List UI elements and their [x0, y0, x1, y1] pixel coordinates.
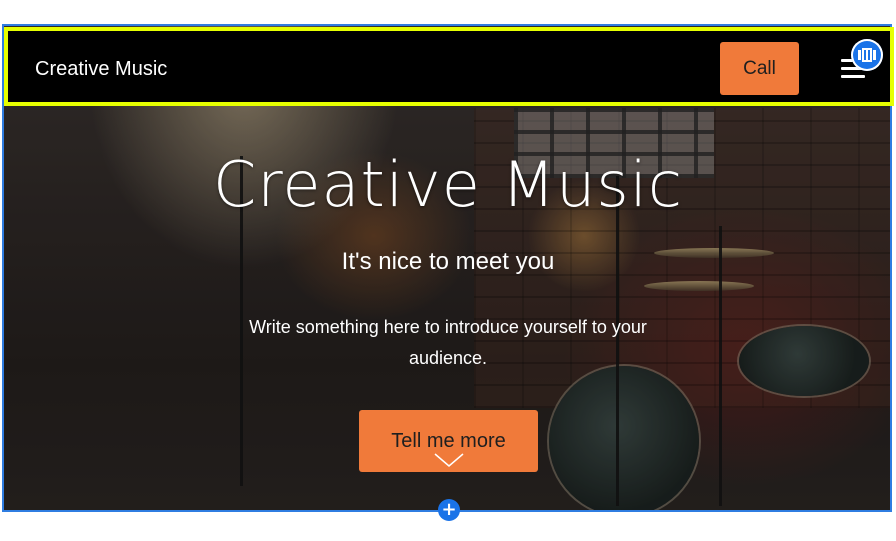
chevron-down-icon[interactable] — [433, 452, 465, 473]
top-navbar[interactable]: Creative Music Call — [4, 27, 894, 106]
hero-subtitle: It's nice to meet you — [341, 248, 555, 275]
section-edit-icon[interactable] — [851, 39, 883, 71]
brand-name[interactable]: Creative Music — [35, 58, 167, 81]
call-button[interactable]: Call — [720, 42, 799, 95]
hero-title: Creative Music — [212, 148, 684, 221]
add-section-button[interactable]: + — [438, 499, 460, 521]
hero-intro-text: Write something here to introduce yourse… — [249, 317, 647, 368]
